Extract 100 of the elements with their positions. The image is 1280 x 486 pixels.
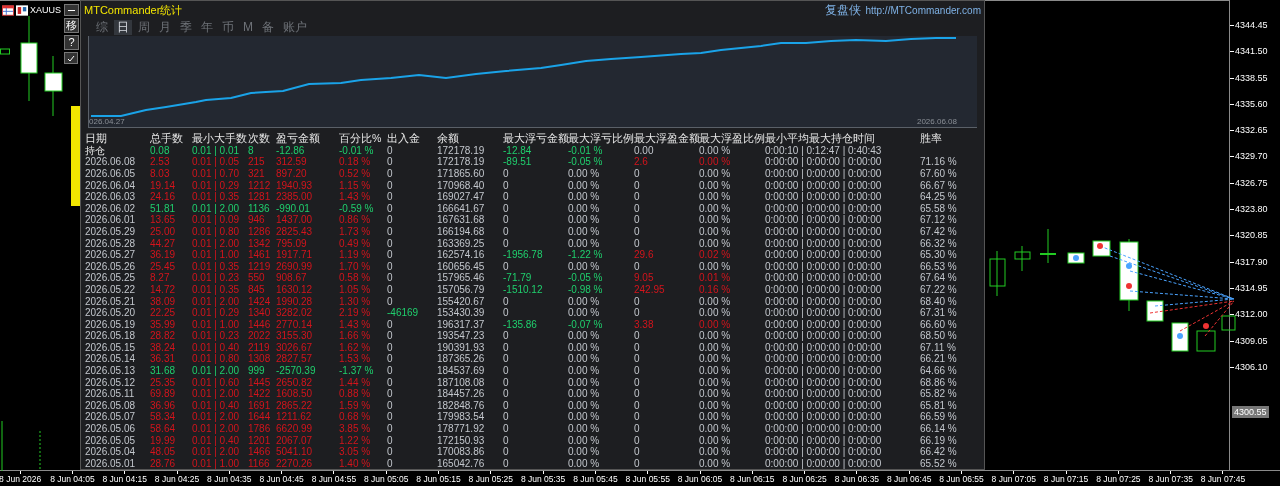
table-cell: 67.60 % xyxy=(920,168,957,179)
table-cell: 0.00 % xyxy=(699,237,731,249)
table-cell: 0 xyxy=(503,307,509,319)
table-cell: 0 xyxy=(503,399,509,411)
period-tab[interactable]: 日 xyxy=(114,20,132,35)
table-cell: -12.86 xyxy=(276,144,305,156)
table-cell: 0:00:00 | 0:00:00 | 0:00:00 xyxy=(765,307,882,319)
price-label: 4306.10 xyxy=(1234,360,1268,373)
table-cell: 36.19 xyxy=(150,249,176,261)
table-cell: 2270.26 xyxy=(276,457,313,469)
table-cell: -1510.12 xyxy=(503,283,543,295)
table-cell: 0 xyxy=(634,295,640,307)
table-cell: 1.22 % xyxy=(339,434,371,446)
table-cell: 65.82 % xyxy=(920,388,957,400)
table-cell: 0:00:00 | 0:00:00 | 0:00:00 xyxy=(765,168,882,179)
table-cell: 0 xyxy=(503,423,509,435)
table-cell: 0.00 % xyxy=(568,295,600,307)
table-cell: 0 xyxy=(387,168,393,179)
table-cell: 0.01 | 2.00 xyxy=(192,202,240,214)
table-cell: 0.00 % xyxy=(568,202,600,214)
candle xyxy=(1040,228,1056,264)
table-cell: 0.00 % xyxy=(568,446,600,458)
table-cell: 1201 xyxy=(248,434,271,446)
table-cell: 1.66 % xyxy=(339,330,371,342)
table-cell: 0 xyxy=(387,202,393,214)
table-cell: 0.01 | 1.00 xyxy=(192,249,240,261)
table-cell: 0 xyxy=(503,457,509,469)
table-cell: 持仓 xyxy=(85,144,105,156)
table-cell: 172178.19 xyxy=(437,144,485,156)
period-tab[interactable]: 备 xyxy=(259,20,277,35)
table-cell: 0.00 % xyxy=(699,399,731,411)
table-cell: 0.00 % xyxy=(699,318,731,330)
axis-label: 2026.06.08 xyxy=(916,117,957,126)
table-cell: 0:00:00 | 0:00:00 | 0:00:00 xyxy=(765,225,882,237)
website-link[interactable]: http://MTCommander.com xyxy=(865,2,981,18)
table-cell: 0.01 | 0.29 xyxy=(192,179,240,191)
table-cell: 0 xyxy=(634,388,640,400)
axis-label: 026.04.27 xyxy=(89,117,125,126)
table-cell: 0:00:00 | 0:00:00 | 0:00:00 xyxy=(765,411,882,423)
brand-label: 复盘侠 xyxy=(825,2,862,19)
table-cell: 0 xyxy=(634,237,640,249)
period-tab[interactable]: 月 xyxy=(156,20,174,35)
table-cell: 0.00 % xyxy=(568,225,600,237)
table-cell: 19.14 xyxy=(150,179,176,191)
period-tab[interactable]: 季 xyxy=(177,20,195,35)
table-cell: 2827.57 xyxy=(276,353,313,365)
table-cell: 68.50 % xyxy=(920,330,957,342)
table-cell: 0 xyxy=(503,191,509,203)
table-cell: 0.00 % xyxy=(699,330,731,342)
table-cell: 2026.06.03 xyxy=(85,191,136,203)
table-icon[interactable] xyxy=(2,5,14,17)
table-cell: 51.81 xyxy=(150,202,176,214)
period-tab[interactable]: 年 xyxy=(198,20,216,35)
table-cell: 0.01 | 2.00 xyxy=(192,365,240,377)
side-button[interactable]: ? xyxy=(64,35,79,50)
table-cell: 0 xyxy=(387,191,393,203)
table-cell: 0.88 % xyxy=(339,388,371,400)
check-button[interactable] xyxy=(64,52,78,64)
table-cell: 845 xyxy=(248,283,265,295)
table-cell: 946 xyxy=(248,214,265,226)
table-cell: 2026.05.07 xyxy=(85,411,136,423)
table-cell: -2570.39 xyxy=(276,365,316,377)
table-cell: 0 xyxy=(503,225,509,237)
time-label: 8 Jun 04:55 xyxy=(311,474,357,485)
time-label: 8 Jun 05:25 xyxy=(468,474,514,485)
price-label: 4320.85 xyxy=(1234,229,1268,242)
minimize-button[interactable] xyxy=(64,4,79,16)
period-tab[interactable]: 综 xyxy=(93,20,111,35)
column-header: 次数 xyxy=(248,132,270,144)
table-cell: 1940.93 xyxy=(276,179,313,191)
table-cell: 182848.76 xyxy=(437,399,485,411)
price-label: 4317.90 xyxy=(1234,255,1268,268)
period-tab[interactable]: 币 xyxy=(219,20,237,35)
table-cell: 58.34 xyxy=(150,411,176,423)
table-cell: 66.19 % xyxy=(920,434,957,446)
table-cell: 897.20 xyxy=(276,168,307,179)
table-cell: 0.00 % xyxy=(568,237,600,249)
time-label: 8 Jun 07:15 xyxy=(1043,474,1089,485)
candle xyxy=(44,55,63,117)
table-cell: 0.00 % xyxy=(699,225,731,237)
table-cell: 0.01 | 0.80 xyxy=(192,353,240,365)
table-cell: 1990.28 xyxy=(276,295,313,307)
period-tab[interactable]: M xyxy=(240,20,256,35)
period-tab[interactable]: 账户 xyxy=(280,20,310,35)
table-cell: 2026.05.29 xyxy=(85,225,136,237)
table-cell: 0.00 % xyxy=(568,330,600,342)
table-cell: 0.00 % xyxy=(699,388,731,400)
time-label: 8 Jun 05:35 xyxy=(520,474,566,485)
table-cell: 0.01 | 0.05 xyxy=(192,156,240,168)
period-tab[interactable]: 周 xyxy=(135,20,153,35)
table-cell: 2026.05.01 xyxy=(85,457,136,469)
table-cell: 67.11 % xyxy=(920,341,956,353)
side-button[interactable]: 移 xyxy=(64,18,79,33)
table-cell: 184457.26 xyxy=(437,388,485,400)
table-cell: 0.01 | 0.29 xyxy=(192,307,240,319)
table-cell: 36.31 xyxy=(150,353,176,365)
logo-icon[interactable] xyxy=(16,5,28,17)
price-label: 4338.55 xyxy=(1234,71,1268,84)
table-cell: 2022 xyxy=(248,330,271,342)
table-cell: 38.09 xyxy=(150,295,176,307)
